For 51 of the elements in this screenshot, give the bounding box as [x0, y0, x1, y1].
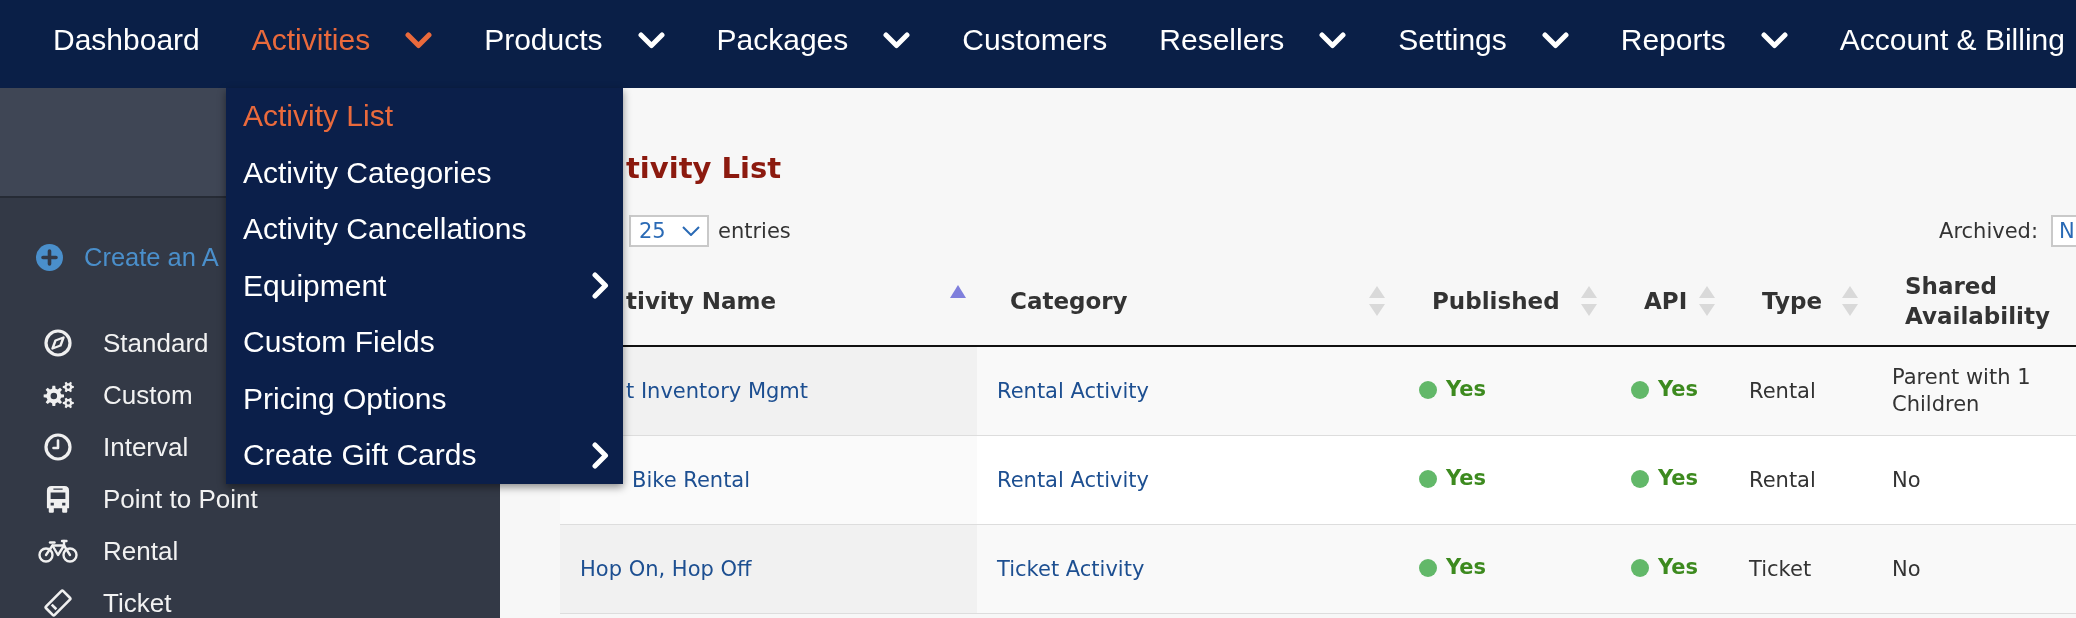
dropdown-menu-item[interactable]: Create Gift Cards [226, 427, 623, 484]
entries-per-page-select[interactable]: 25 [629, 215, 709, 247]
dropdown-menu-item[interactable]: Pricing Options [226, 370, 623, 427]
bus-icon [46, 485, 70, 513]
api-status-text: Yes [1658, 554, 1699, 582]
chevron-down-icon [682, 226, 700, 236]
api-status-text: Yes [1658, 465, 1699, 493]
table-cell: Parent with 1 Children [1872, 346, 2076, 436]
nav-menu-item[interactable]: Packages [716, 22, 911, 58]
bicycle-icon [38, 539, 78, 563]
api-status-text: Yes [1658, 376, 1699, 404]
nav-menu-item[interactable]: Dashboard [53, 22, 200, 58]
category-link[interactable]: Ticket Activity [997, 556, 1145, 581]
table-cell: Rental [1729, 435, 1872, 525]
nav-menu-item[interactable]: Settings [1398, 22, 1569, 58]
category-link[interactable]: Rental Activity [997, 467, 1150, 492]
clock-icon [44, 433, 72, 461]
nav-menu-item[interactable]: Account & Billing [1839, 22, 2065, 58]
table-cell: Ticket [1729, 524, 1872, 614]
nav-menu-item[interactable]: Activities [251, 22, 433, 58]
entries-label: entries [718, 218, 791, 244]
sidebar-item[interactable]: Custom [38, 381, 193, 409]
nav-menu-item[interactable]: Reports [1620, 22, 1788, 58]
archived-select[interactable]: N [2051, 215, 2076, 247]
dropdown-menu-item[interactable]: Activity List [226, 88, 623, 145]
page-title: tivity List [626, 150, 782, 186]
sidebar-item[interactable]: Interval [38, 433, 189, 461]
activity-name-link[interactable]: Bike Rental [632, 467, 751, 492]
compass-icon [44, 329, 72, 357]
archived-label: Archived: [1939, 218, 2038, 244]
nav-menu-item[interactable]: Customers [962, 22, 1108, 58]
sidebar-item[interactable]: Ticket [38, 589, 172, 617]
nav-menu-item[interactable]: Resellers [1159, 22, 1347, 58]
sidebar-item[interactable]: Point to Point [38, 485, 258, 513]
ticket-icon [44, 589, 72, 617]
dropdown-menu-item[interactable]: Activity Cancellations [226, 201, 623, 258]
table-cell: Rental [1729, 346, 1872, 436]
nav-menu-item[interactable]: Products [484, 22, 665, 58]
published-status-text: Yes [1446, 465, 1487, 493]
dropdown-menu-item[interactable]: Activity Categories [226, 144, 623, 201]
activity-name-link[interactable]: Hop On, Hop Off [580, 556, 752, 581]
published-status-text: Yes [1446, 376, 1487, 404]
sidebar-item[interactable]: Rental [38, 537, 179, 565]
published-status-text: Yes [1446, 554, 1487, 582]
sidebar-item[interactable]: Standard [38, 329, 209, 357]
table-cell: No [1872, 524, 2076, 614]
gears-icon [42, 381, 74, 409]
plus-circle-icon [36, 243, 63, 271]
table-cell: No [1872, 435, 2076, 525]
activity-name-link[interactable]: t Inventory Mgmt [626, 378, 809, 403]
category-link[interactable]: Rental Activity [997, 378, 1150, 403]
